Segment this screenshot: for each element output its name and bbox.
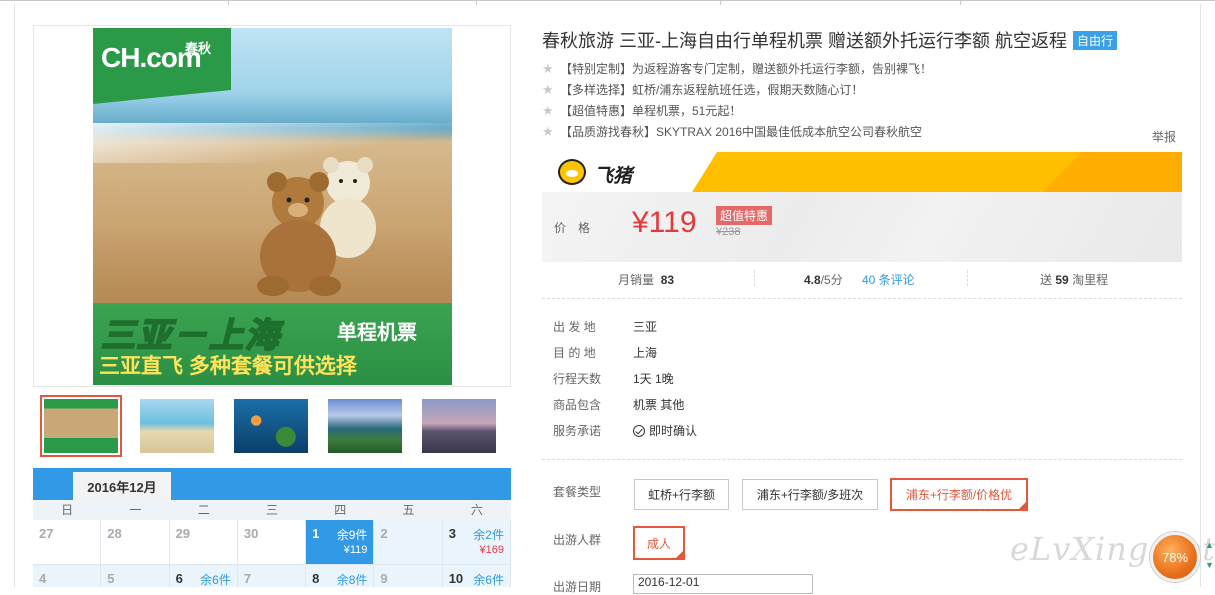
current-price: ¥119: [632, 206, 697, 239]
calendar-weekdays: 日一二 三四五 六: [33, 500, 511, 520]
scroll-arrows[interactable]: ▲ ▼: [1203, 536, 1215, 587]
product-title: 春秋旅游 三亚-上海自由行单程机票 赠送额外托运行李额 航空返程 自由行: [542, 27, 1118, 53]
calendar-day-selected[interactable]: 1 余9件 ¥119: [306, 520, 375, 565]
crowd-label: 出游人群: [553, 533, 602, 547]
thumbnail-4[interactable]: [324, 395, 406, 457]
brown-bear-illustration: [257, 172, 341, 296]
stats-bar: 月销量 83 4.8/5分 40 条评论 送 59 淘里程: [542, 266, 1182, 292]
date-input[interactable]: 2016-12-01: [633, 574, 813, 594]
price-label: 价格: [554, 221, 603, 235]
poster-headline-suffix: 单程机票: [337, 322, 417, 344]
calendar-day[interactable]: 10 余6件: [442, 565, 511, 587]
feature-item: ★ 【品质游找春秋】SKYTRAX 2016中国最佳低成本航空公司春秋航空: [542, 124, 923, 139]
feizhu-logo-icon: [558, 159, 586, 185]
check-circle-icon: [633, 425, 645, 437]
deal-badge: 超值特惠: [716, 206, 773, 225]
feature-item: ★ 【特别定制】为返程游客专门定制，赠送额外托运行李额，告别裸飞！: [542, 61, 933, 76]
arrow-up-icon: ▲: [1205, 540, 1214, 550]
calendar-grid: 27 28 29 30 1 余9件 ¥119 2 3 余2件 ¥169 4 5 6 余6件…: [33, 520, 511, 587]
poster-image: CH.com 春秋 三亚－上海 单程机票 三亚直飞 多种套餐可供选择: [93, 28, 452, 385]
package-option-hongqiao[interactable]: 虹桥+行李额: [634, 479, 729, 510]
calendar-day[interactable]: 7: [237, 565, 307, 587]
calendar-day: 27: [33, 520, 102, 565]
feature-item: ★ 【超值特惠】单程机票，51元起！: [542, 103, 742, 118]
star-icon: ★: [542, 103, 554, 118]
star-icon: ★: [542, 82, 554, 97]
feizhu-banner: 飞猪: [542, 152, 1182, 192]
calendar-day: 29: [169, 520, 238, 565]
report-link[interactable]: 举报: [1152, 128, 1176, 145]
package-label: 套餐类型: [553, 485, 602, 499]
star-icon: ★: [542, 61, 554, 76]
original-price: ¥238: [716, 226, 741, 238]
rating: 4.8/5分: [804, 273, 843, 287]
thumbnail-strip: [40, 395, 510, 461]
thumbnail-3[interactable]: [230, 395, 312, 457]
main-product-image[interactable]: CH.com 春秋 三亚－上海 单程机票 三亚直飞 多种套餐可供选择: [33, 25, 511, 387]
thumbnail-1[interactable]: [40, 395, 122, 457]
calendar-day[interactable]: 9: [374, 565, 443, 587]
calendar-day: 30: [237, 520, 307, 565]
reviews-link[interactable]: 40 条评论: [862, 271, 915, 288]
crowd-option-adult[interactable]: 成人: [633, 526, 685, 560]
thumbnail-5[interactable]: [418, 395, 500, 457]
package-option-pudong-value[interactable]: 浦东+行李额/价格优: [890, 478, 1028, 511]
feature-item: ★ 【多样选择】虹桥/浦东返程航班任选，假期天数随心订！: [542, 82, 864, 97]
calendar-day[interactable]: 8 余8件: [306, 565, 375, 587]
calendar-day[interactable]: 3 余2件 ¥169: [442, 520, 511, 565]
monthly-sales: 月销量 83: [618, 273, 675, 287]
price-box: 价格 ¥119 超值特惠 ¥238: [542, 192, 1182, 262]
calendar-day[interactable]: 5: [101, 565, 170, 587]
calendar-month[interactable]: 2016年12月: [73, 472, 171, 500]
feizhu-name: 飞猪: [594, 166, 633, 187]
divider: [542, 298, 1182, 299]
arrow-down-icon: ▼: [1205, 560, 1214, 570]
calendar-day: 28: [101, 520, 170, 565]
free-travel-tag: 自由行: [1073, 31, 1118, 50]
package-option-pudong-multi[interactable]: 浦东+行李额/多班次: [742, 479, 878, 510]
miles-reward: 送 59 淘里程: [1040, 273, 1109, 287]
star-icon: ★: [542, 124, 554, 139]
price-calendar: 2016年12月 日一二 三四五 六 27 28 29 30 1 余9件 ¥119 …: [33, 468, 511, 587]
divider: [542, 459, 1182, 460]
thumbnail-2[interactable]: [136, 395, 218, 457]
calendar-day[interactable]: 4: [33, 565, 102, 587]
calendar-day[interactable]: 6 余6件: [169, 565, 238, 587]
ch-logo: CH.com 春秋: [93, 28, 231, 104]
poster-subline: 三亚直飞 多种套餐可供选择: [99, 355, 357, 378]
feature-list: ★ 【特别定制】为返程游客专门定制，赠送额外托运行李额，告别裸飞！ ★ 【多样选择】…: [542, 60, 1182, 144]
speed-badge[interactable]: 78%: [1150, 532, 1200, 582]
calendar-day[interactable]: 2: [374, 520, 443, 565]
